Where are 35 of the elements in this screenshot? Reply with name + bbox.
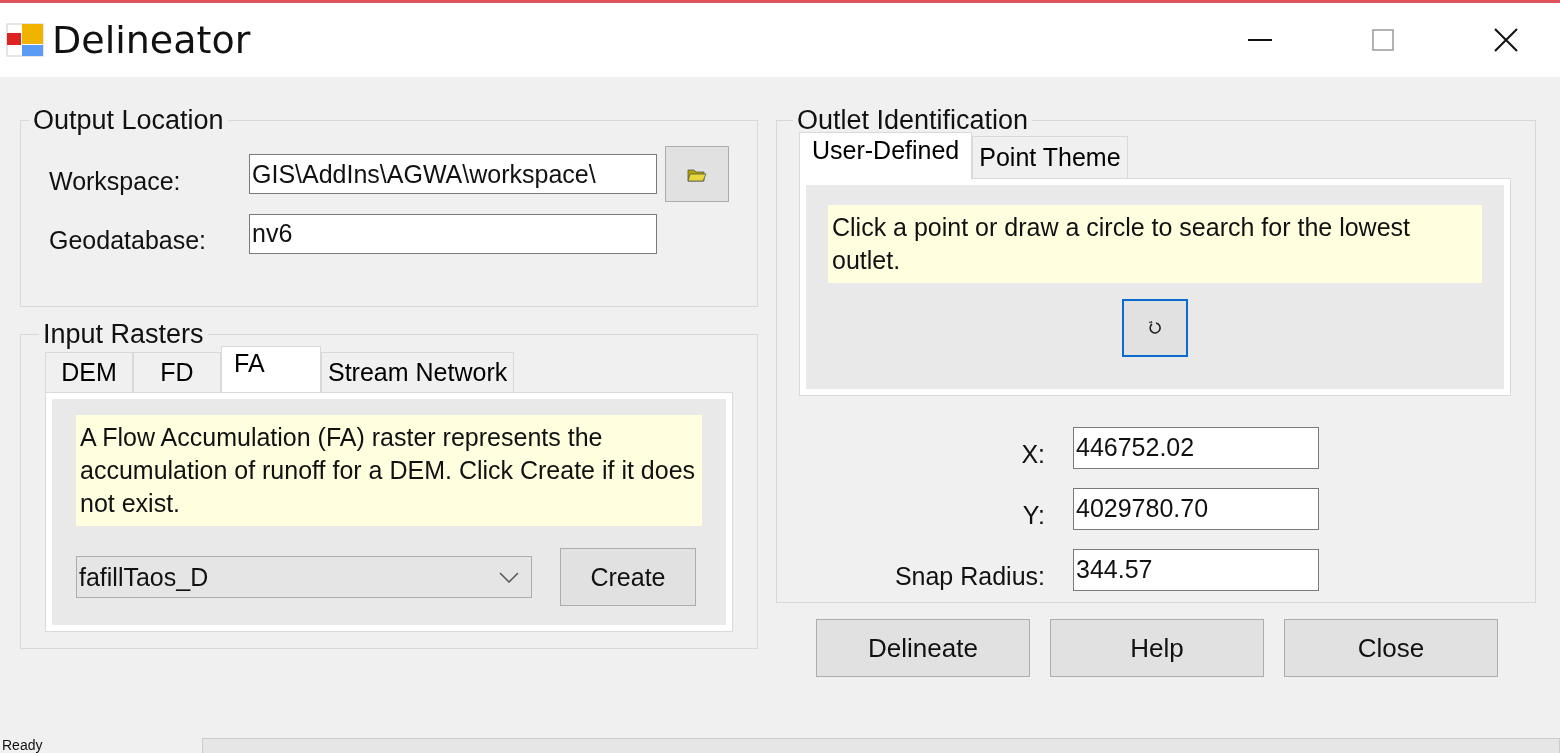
- maximize-icon[interactable]: [1372, 29, 1394, 51]
- app-icon: [6, 23, 44, 57]
- status-text: Ready: [1, 737, 44, 753]
- info-note: A Flow Accumulation (FA) raster represents the accumulation of runoff for a DEM. Click Create if it does not exist.: [76, 415, 702, 526]
- create-button[interactable]: Create: [560, 548, 696, 606]
- rotate-icon: [1147, 320, 1163, 336]
- coordinate-field[interactable]: 4029780.70: [1073, 487, 1319, 530]
- workspace-field[interactable]: GIS\AddIns\AGWA\workspace\: [249, 154, 657, 194]
- field-label: Geodatabase:: [48, 225, 208, 255]
- field-label: Workspace:: [48, 165, 182, 196]
- coordinate-field[interactable]: 344.57: [1073, 548, 1319, 591]
- group-title: Output Location: [32, 105, 225, 136]
- dialog-button[interactable]: Close: [1284, 619, 1498, 677]
- dialog-button[interactable]: Delineate: [816, 619, 1030, 677]
- chevron-down-icon: [499, 571, 519, 583]
- dialog-button[interactable]: Help: [1050, 619, 1264, 677]
- coordinate-field[interactable]: 446752.02: [1073, 426, 1319, 469]
- field-label: Snap Radius:: [893, 561, 1046, 591]
- minimize-icon[interactable]: [1248, 38, 1272, 42]
- field-label: X:: [1020, 439, 1046, 469]
- raster-tab[interactable]: FA: [221, 346, 321, 392]
- info-note: Click a point or draw a circle to search for the lowest outlet.: [828, 205, 1482, 283]
- raster-tab[interactable]: FD: [133, 352, 221, 392]
- raster-dropdown[interactable]: fafillTaos_D: [76, 556, 532, 598]
- group-title: Input Rasters: [42, 319, 205, 350]
- outlet-tab[interactable]: User-Defined: [799, 132, 973, 180]
- window-title: Delineator: [52, 18, 251, 62]
- close-icon[interactable]: [1494, 28, 1518, 52]
- folder-icon: [687, 166, 707, 182]
- field-label: Y:: [1021, 500, 1046, 530]
- geodatabase-field[interactable]: nv6: [249, 213, 657, 254]
- raster-tab[interactable]: Stream Network: [321, 352, 515, 392]
- raster-tab[interactable]: DEM: [45, 352, 133, 392]
- outlet-tab[interactable]: Point Theme: [972, 136, 1128, 178]
- select-point-button[interactable]: [1122, 299, 1188, 357]
